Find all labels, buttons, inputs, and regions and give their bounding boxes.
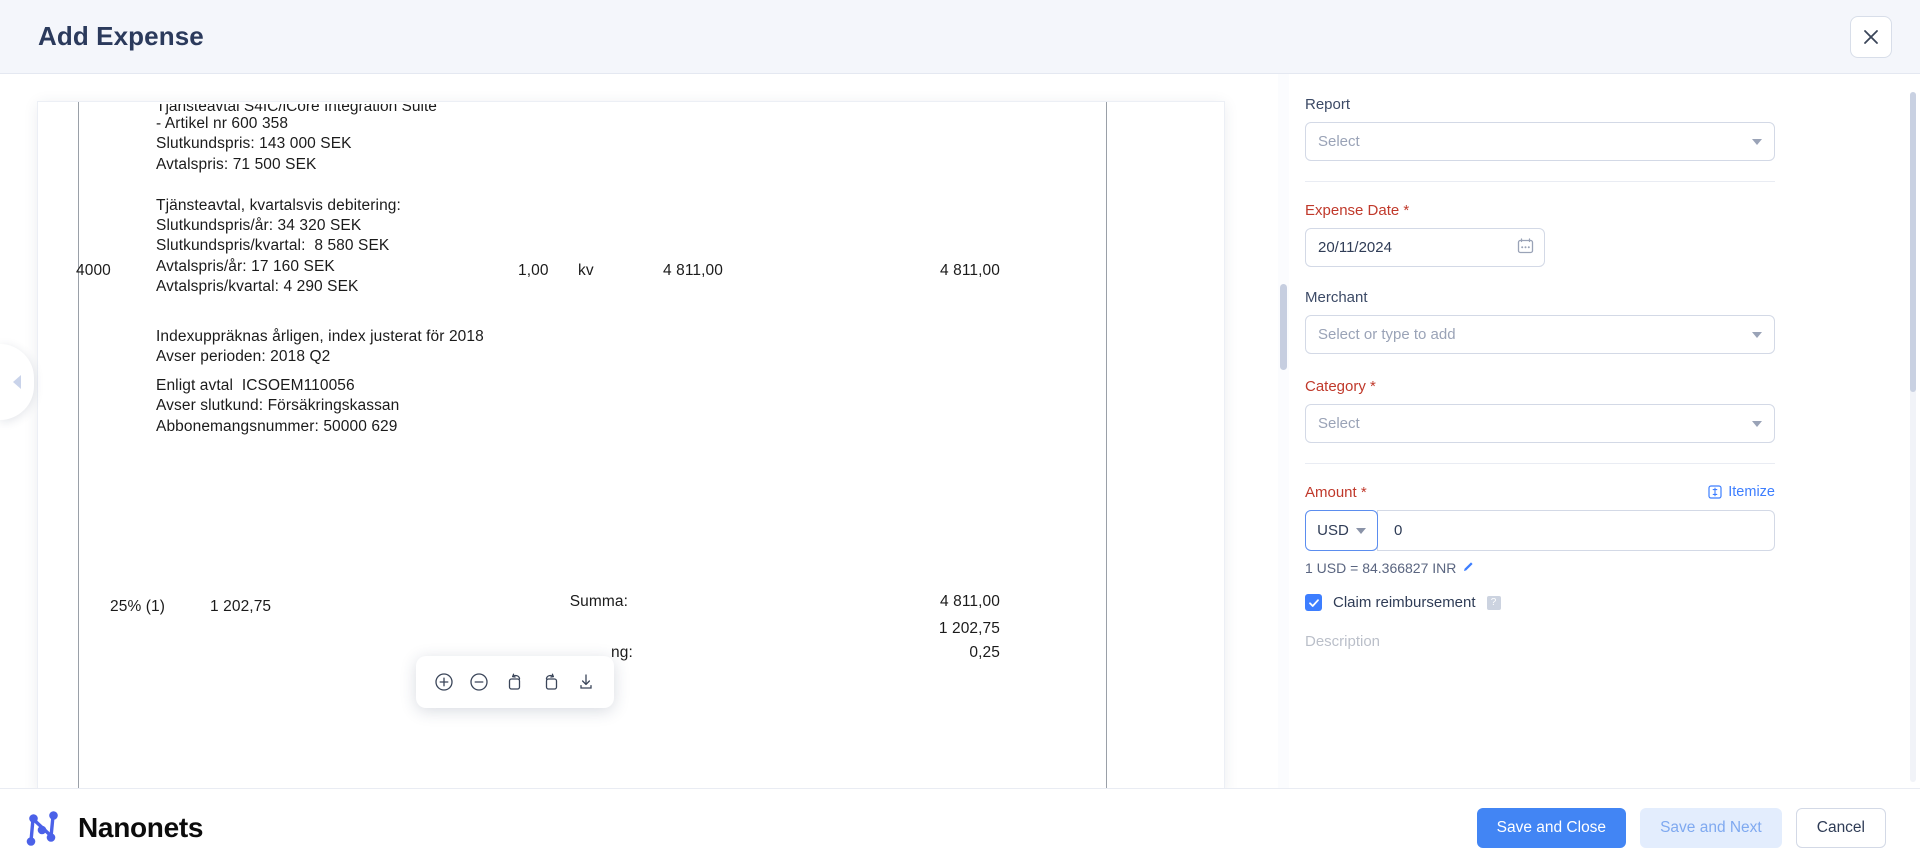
zoom-out-icon	[470, 673, 489, 691]
field-category: Category * Select	[1305, 378, 1884, 443]
doc-line-code: 4000	[76, 262, 111, 279]
save-and-next-button[interactable]: Save and Next	[1640, 807, 1782, 848]
field-expense-date: Expense Date * 20/11/2024	[1305, 202, 1884, 267]
nanonets-logo-icon	[26, 810, 58, 846]
page-rule-right	[1106, 102, 1107, 788]
help-icon[interactable]: ?	[1486, 595, 1501, 610]
category-placeholder: Select	[1318, 415, 1360, 432]
amount-value: 0	[1394, 522, 1403, 539]
download-icon	[580, 674, 592, 689]
modal-footer: Nanonets Save and Close Save and Next Ca…	[0, 788, 1920, 866]
modal-header: Add Expense	[0, 0, 1920, 74]
amount-header: Amount * Itemize	[1305, 484, 1775, 501]
close-button[interactable]	[1850, 15, 1892, 58]
modal-body: Tjänsteavtal S4IC/iCore Integration Suit…	[0, 74, 1920, 788]
category-select[interactable]: Select	[1305, 404, 1775, 443]
doc-line-unit: kv	[578, 262, 594, 279]
doc-line-qty: 1,00	[518, 262, 549, 279]
expense-date-value: 20/11/2024	[1318, 239, 1392, 256]
rotate-left-icon	[508, 673, 521, 690]
zoom-in-button[interactable]	[431, 669, 457, 695]
expense-date-label: Expense Date *	[1305, 202, 1410, 219]
chevron-down-icon	[1752, 420, 1762, 427]
category-label: Category *	[1305, 378, 1376, 395]
zoom-in-icon	[435, 673, 453, 691]
itemize-button[interactable]: Itemize	[1708, 484, 1775, 500]
calendar-icon	[1517, 237, 1534, 253]
exchange-rate-row: 1 USD = 84.366827 INR	[1305, 560, 1884, 576]
claim-reimbursement-checkbox[interactable]	[1305, 594, 1322, 611]
doc-rounding-label: ng:	[611, 644, 633, 661]
form-divider-2	[1305, 463, 1775, 464]
doc-text-block-1: - Artikel nr 600 358 Slutkundspris: 143 …	[156, 115, 401, 296]
field-report: Report Select	[1305, 96, 1884, 161]
brand: Nanonets	[22, 808, 203, 848]
itemize-icon	[1708, 485, 1722, 499]
pencil-icon	[1464, 562, 1473, 571]
chevron-down-icon	[1355, 527, 1366, 534]
edit-rate-button[interactable]	[1462, 560, 1475, 576]
expense-date-input[interactable]: 20/11/2024	[1305, 228, 1545, 267]
viewer-scrollbar[interactable]	[1278, 74, 1289, 788]
form-scrollbar-thumb[interactable]	[1910, 92, 1916, 392]
currency-value: USD	[1317, 522, 1349, 539]
exchange-rate-text: 1 USD = 84.366827 INR	[1305, 560, 1457, 576]
field-merchant: Merchant Select or type to add	[1305, 289, 1884, 354]
chevron-left-icon	[13, 375, 21, 389]
viewer-scroll-thumb[interactable]	[1280, 284, 1287, 370]
footer-actions: Save and Close Save and Next Cancel	[1476, 807, 1886, 848]
zoom-out-button[interactable]	[466, 669, 492, 695]
add-expense-modal: Add Expense Tjänsteavtal S4IC/iCore Inte…	[0, 0, 1920, 866]
brand-name: Nanonets	[78, 811, 204, 843]
doc-total-value: 4 811,00	[940, 593, 1000, 610]
expense-form: Report Select Expense Date * 20/11/2024	[1290, 74, 1920, 788]
cancel-button[interactable]: Cancel	[1795, 807, 1886, 848]
save-and-close-button[interactable]: Save and Close	[1476, 807, 1627, 848]
amount-label: Amount *	[1305, 484, 1367, 501]
page-rule-left	[78, 102, 79, 788]
chevron-down-icon	[1752, 138, 1762, 145]
currency-select[interactable]: USD	[1305, 510, 1378, 551]
rotate-right-icon	[545, 673, 557, 690]
pdf-toolbar	[416, 656, 614, 708]
merchant-select[interactable]: Select or type to add	[1305, 315, 1775, 354]
report-select[interactable]: Select	[1305, 122, 1775, 161]
doc-text-block-3: Enligt avtal ICSOEM110056 Avser slutkund…	[156, 377, 400, 435]
doc-vat-amount: 1 202,75	[210, 598, 272, 615]
next-field-label-partial: Description	[1305, 633, 1381, 650]
close-icon	[1864, 29, 1878, 44]
report-placeholder: Select	[1318, 133, 1360, 150]
doc-line-amount: 4 811,00	[663, 262, 723, 279]
checkmark-icon	[1308, 598, 1319, 607]
amount-row: USD 0	[1305, 510, 1775, 551]
claim-reimbursement-label: Claim reimbursement	[1333, 594, 1476, 611]
download-button[interactable]	[573, 669, 599, 695]
chevron-down-icon	[1752, 331, 1762, 338]
doc-text-block-2: Indexuppräknas årligen, index justerat f…	[156, 328, 484, 366]
rotate-right-button[interactable]	[538, 669, 564, 695]
document-viewer: Tjänsteavtal S4IC/iCore Integration Suit…	[0, 74, 1290, 788]
doc-total-label: Summa:	[569, 593, 628, 610]
amount-input[interactable]: 0	[1377, 510, 1775, 551]
doc-vat-rate: 25% (1)	[110, 598, 165, 615]
form-divider-1	[1305, 181, 1775, 182]
merchant-label: Merchant	[1305, 289, 1368, 306]
doc-rounding-value: 0,25	[969, 644, 1000, 661]
report-label: Report	[1305, 96, 1351, 113]
claim-reimbursement-row: Claim reimbursement ?	[1305, 594, 1884, 611]
itemize-label: Itemize	[1728, 484, 1775, 500]
merchant-placeholder: Select or type to add	[1318, 326, 1456, 343]
doc-vat-value: 1 202,75	[938, 620, 1000, 637]
page-title: Add Expense	[38, 21, 204, 51]
document-page: Tjänsteavtal S4IC/iCore Integration Suit…	[38, 102, 1224, 788]
doc-line-total: 4 811,00	[940, 262, 1000, 279]
rotate-left-button[interactable]	[502, 669, 528, 695]
